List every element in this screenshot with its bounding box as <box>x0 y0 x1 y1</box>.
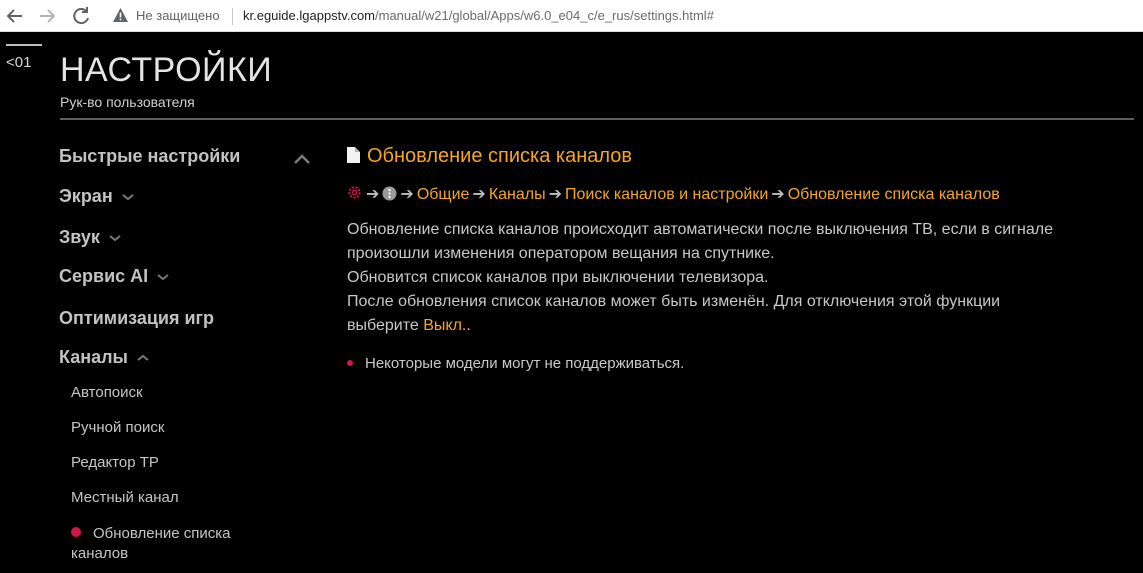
sidebar-item-quick-settings[interactable]: Быстрые настройки <box>59 146 240 167</box>
sidebar-item-label: Каналы <box>59 347 128 367</box>
warning-icon[interactable] <box>112 7 129 24</box>
reload-icon <box>73 7 89 25</box>
url-divider <box>232 8 233 25</box>
gear-icon <box>348 186 361 199</box>
paragraph-auto-update: Обновление списка каналов происходит авт… <box>347 221 1053 262</box>
sidebar-item-label: Оптимизация игр <box>59 308 215 328</box>
chevron-up-icon[interactable] <box>293 153 311 165</box>
back-arrow-icon <box>6 9 22 23</box>
content-title-text: Обновление списка каналов <box>367 145 633 167</box>
breadcrumb-link-general[interactable]: Общие <box>417 186 470 203</box>
url-domain: kr.eguide.lgappstv.com <box>243 8 375 23</box>
browser-toolbar: Не защищено kr.eguide.lgappstv.com/manua… <box>0 0 1143 32</box>
sidebar-subitem-autotuning[interactable]: Автопоиск <box>71 384 143 401</box>
note-text: Некоторые модели могут не поддерживаться… <box>365 355 685 372</box>
page-nav-indicator <box>6 44 42 46</box>
dots-menu-icon <box>382 186 397 201</box>
chevron-down-icon <box>122 194 134 201</box>
forward-arrow-icon <box>40 9 56 23</box>
reload-button[interactable] <box>69 4 93 28</box>
chevron-up-icon <box>137 354 149 362</box>
active-indicator-dot <box>71 527 81 537</box>
breadcrumb-link-channels[interactable]: Каналы <box>489 186 546 203</box>
chevron-down-icon <box>109 235 121 242</box>
sidebar-item-ai-service[interactable]: Сервис AI <box>59 266 170 287</box>
breadcrumb-arrow: ➔ <box>771 186 785 203</box>
title-divider <box>60 118 1134 120</box>
off-option-link[interactable]: Выкл. <box>423 317 466 334</box>
sidebar-item-sound[interactable]: Звук <box>59 227 122 248</box>
breadcrumb: ➔ ➔ Общие ➔ Каналы ➔ Поиск каналов и настройк… <box>346 184 1000 204</box>
document-icon <box>347 147 360 163</box>
url-path: /manual/w21/global/Apps/w6.0_e04_c/e_rus… <box>375 8 714 23</box>
page-nav-button[interactable]: <01 <box>6 54 31 71</box>
sidebar-item-label: Быстрые настройки <box>59 146 241 166</box>
sidebar-subitem-label: Обновление списка каналов <box>71 525 231 562</box>
address-bar[interactable]: kr.eguide.lgappstv.com/manual/w21/global… <box>243 8 714 23</box>
sidebar-subitem-manual-tuning[interactable]: Ручной поиск <box>71 419 164 436</box>
sidebar-subitem-local-channel[interactable]: Местный канал <box>71 489 179 506</box>
paragraph-text-end: . <box>466 317 471 334</box>
bullet-dot <box>347 360 353 366</box>
paragraph-disable-function: После обновления список каналов может бы… <box>347 290 1067 338</box>
sidebar-item-label: Звук <box>59 227 100 247</box>
sidebar-item-channels[interactable]: Каналы <box>59 347 150 368</box>
page-title: НАСТРОЙКИ <box>60 51 273 89</box>
content-title: Обновление списка каналов <box>346 145 632 168</box>
sidebar-item-label: Сервис AI <box>59 266 149 286</box>
back-button[interactable] <box>3 4 27 28</box>
breadcrumb-arrow: ➔ <box>548 186 563 203</box>
sidebar-item-game-optimizer[interactable]: Оптимизация игр <box>59 308 214 329</box>
sidebar-item-label: Экран <box>59 186 113 206</box>
paragraph-tv-off-update: Обновится список каналов при выключении … <box>347 269 769 286</box>
sidebar-subitem-channel-list-update[interactable]: Обновление списка каналов <box>71 524 271 564</box>
forward-button[interactable] <box>35 4 59 28</box>
page-subtitle: Рук-во пользователя <box>60 94 195 110</box>
breadcrumb-arrow: ➔ <box>400 186 414 203</box>
not-secure-label[interactable]: Не защищено <box>136 8 220 23</box>
sidebar-item-screen[interactable]: Экран <box>59 186 135 207</box>
sidebar-subitem-tp-editor[interactable]: Редактор TP <box>71 454 159 471</box>
breadcrumb-arrow: ➔ <box>472 186 486 203</box>
breadcrumb-link-channel-list-update[interactable]: Обновление списка каналов <box>788 186 1000 203</box>
breadcrumb-arrow: ➔ <box>366 186 380 203</box>
breadcrumb-link-channel-tuning[interactable]: Поиск каналов и настройки <box>565 186 768 203</box>
note-item: Некоторые модели могут не поддерживаться… <box>347 355 684 372</box>
chevron-down-icon <box>157 274 169 281</box>
